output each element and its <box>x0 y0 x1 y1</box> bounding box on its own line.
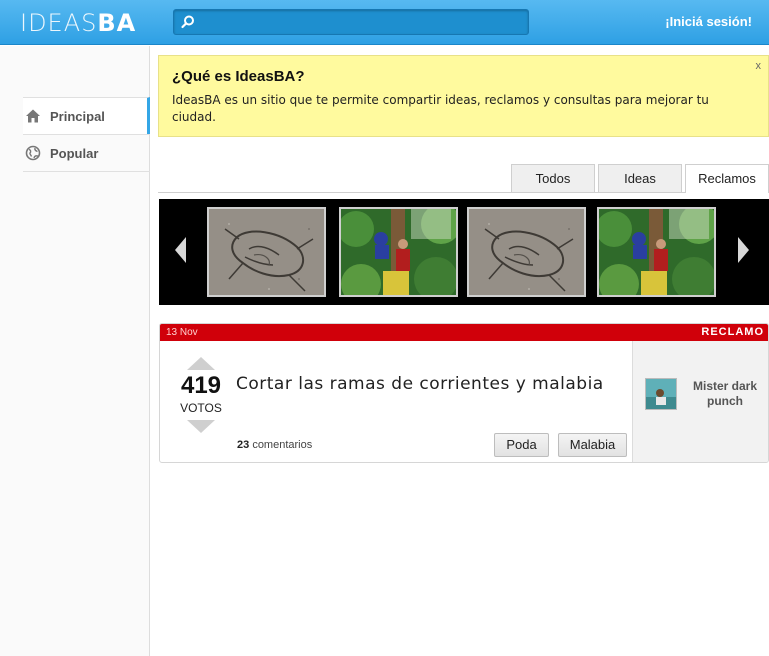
avatar-image <box>646 379 676 409</box>
carousel-thumbnail-tree-pruning[interactable] <box>339 207 458 297</box>
carousel-thumbnail-pothole[interactable] <box>467 207 586 297</box>
carousel-thumbnail-pothole[interactable] <box>207 207 326 297</box>
post-type-badge: RECLAMO <box>701 326 764 338</box>
sidebar-item-principal[interactable]: Principal <box>23 97 150 134</box>
sidebar: Principal Popular <box>0 46 150 656</box>
comments-link[interactable]: 23 comentarios <box>237 439 312 451</box>
post-card: 13 Nov RECLAMO 419 VOTOS Cortar las rama… <box>159 323 769 463</box>
home-icon <box>26 109 40 123</box>
logo-light-text: IDEAS <box>20 9 98 37</box>
vote-label: VOTOS <box>180 401 222 415</box>
info-text: IdeasBA es un sitio que te permite compa… <box>172 93 709 124</box>
info-box: ¿Qué es IdeasBA? IdeasBA es un sitio que… <box>158 55 769 137</box>
tag-malabia[interactable]: Malabia <box>558 433 627 457</box>
author-panel: Mister dark punch <box>632 341 768 462</box>
tag-poda[interactable]: Poda <box>494 433 549 457</box>
vote-up-icon[interactable] <box>187 357 215 370</box>
post-date: 13 Nov <box>166 327 198 338</box>
author-name[interactable]: Mister dark punch <box>687 379 763 409</box>
search-input[interactable] <box>173 9 529 35</box>
post-header-bar: 13 Nov RECLAMO <box>160 324 768 341</box>
sidebar-item-popular[interactable]: Popular <box>23 134 150 171</box>
tabs-divider <box>158 192 769 193</box>
arrow-right-icon[interactable] <box>733 235 753 265</box>
ideasba-logo[interactable]: IDEASBA <box>20 9 136 37</box>
close-icon[interactable]: x <box>756 60 762 72</box>
search-icon <box>181 15 194 29</box>
globe-icon <box>25 145 41 161</box>
sidebar-divider <box>23 171 150 172</box>
photo-carousel <box>159 199 769 305</box>
login-link[interactable]: ¡Iniciá sesión! <box>665 14 752 29</box>
tree-pruning-photo <box>599 209 714 295</box>
sidebar-item-label: Popular <box>50 146 99 161</box>
sidebar-item-label: Principal <box>50 109 105 124</box>
comments-count: 23 <box>237 439 250 451</box>
pothole-photo <box>209 209 324 295</box>
top-header: IDEASBA ¡Iniciá sesión! <box>0 0 769 45</box>
pothole-photo <box>469 209 584 295</box>
tab-ideas[interactable]: Ideas <box>598 164 682 192</box>
vote-count: 419 <box>180 372 222 399</box>
arrow-left-icon[interactable] <box>171 235 191 265</box>
avatar[interactable] <box>645 378 677 410</box>
logo-bold-text: BA <box>97 9 137 37</box>
tab-reclamos[interactable]: Reclamos <box>685 164 769 193</box>
vote-down-icon[interactable] <box>187 420 215 433</box>
comments-label: comentarios <box>252 439 313 451</box>
carousel-thumbnail-tree-pruning[interactable] <box>597 207 716 297</box>
tree-pruning-photo <box>341 209 456 295</box>
tab-todos[interactable]: Todos <box>511 164 595 192</box>
info-title: ¿Qué es IdeasBA? <box>172 68 305 85</box>
post-title[interactable]: Cortar las ramas de corrientes y malabia <box>236 372 616 396</box>
